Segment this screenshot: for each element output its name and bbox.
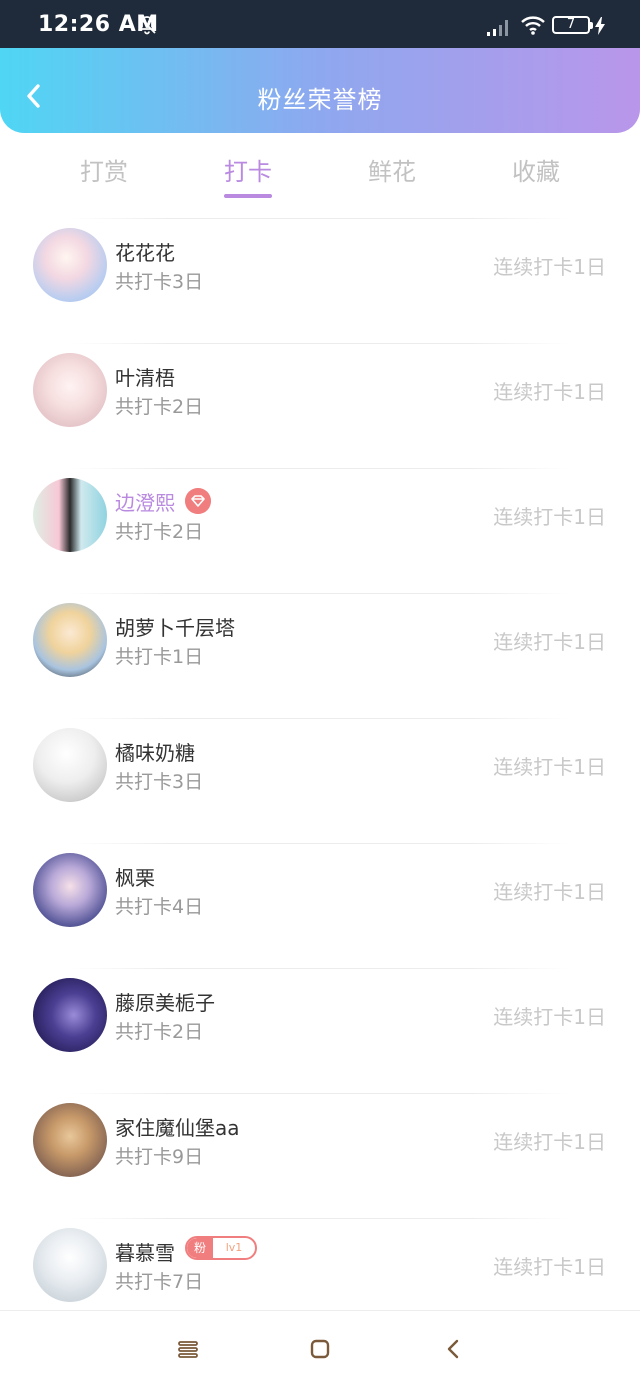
user-name[interactable]: 家住魔仙堡aa — [115, 1112, 240, 1141]
avatar[interactable] — [33, 853, 107, 927]
streak-days: 连续打卡1日 — [493, 1005, 606, 1029]
avatar[interactable] — [33, 478, 107, 552]
diamond-icon — [185, 488, 211, 514]
avatar[interactable] — [33, 728, 107, 802]
charging-icon — [595, 17, 605, 35]
divider — [70, 468, 570, 469]
list-item[interactable]: 胡萝卜千层塔 共打卡1日 连续打卡1日 — [0, 583, 640, 707]
divider — [70, 593, 570, 594]
bell-muted-icon — [138, 16, 156, 35]
back-icon[interactable] — [440, 1335, 468, 1363]
user-name[interactable]: 胡萝卜千层塔 — [115, 612, 235, 641]
tab-tips[interactable]: 打赏 — [54, 152, 154, 187]
streak-days: 连续打卡1日 — [493, 380, 606, 404]
total-checkins: 共打卡2日 — [115, 521, 204, 543]
divider — [70, 843, 570, 844]
total-checkins: 共打卡3日 — [115, 771, 204, 793]
battery-icon: 7 — [552, 16, 593, 34]
user-name[interactable]: 花花花 — [115, 237, 175, 266]
header-bar: 12:26 AM 7 粉丝荣誉榜 — [0, 0, 640, 133]
avatar[interactable] — [33, 1228, 107, 1302]
list-item[interactable]: 藤原美栀子 共打卡2日 连续打卡1日 — [0, 958, 640, 1082]
signal-icon — [487, 20, 508, 36]
status-bar: 12:26 AM 7 — [0, 0, 640, 48]
list-item[interactable]: 边澄熙 共打卡2日 连续打卡1日 — [0, 458, 640, 582]
list-item[interactable]: 橘味奶糖 共打卡3日 连续打卡1日 — [0, 708, 640, 832]
total-checkins: 共打卡9日 — [115, 1146, 204, 1168]
tab-checkin[interactable]: 打卡 — [198, 152, 298, 187]
streak-days: 连续打卡1日 — [493, 505, 606, 529]
system-nav-bar — [0, 1310, 640, 1387]
total-checkins: 共打卡3日 — [115, 271, 204, 293]
total-checkins: 共打卡2日 — [115, 1021, 204, 1043]
avatar[interactable] — [33, 603, 107, 677]
total-checkins: 共打卡4日 — [115, 896, 204, 918]
list-item[interactable]: 叶清梧 共打卡2日 连续打卡1日 — [0, 333, 640, 457]
streak-days: 连续打卡1日 — [493, 1255, 606, 1279]
avatar[interactable] — [33, 228, 107, 302]
fan-level-badge: 粉 lv1 — [185, 1236, 257, 1260]
page-title: 粉丝荣誉榜 — [257, 86, 383, 114]
avatar[interactable] — [33, 978, 107, 1052]
wifi-icon — [521, 16, 545, 35]
fan-badge-level: lv1 — [225, 1241, 243, 1254]
tab-flowers[interactable]: 鲜花 — [342, 152, 442, 187]
total-checkins: 共打卡1日 — [115, 646, 204, 668]
total-checkins: 共打卡2日 — [115, 396, 204, 418]
tab-favorites[interactable]: 收藏 — [486, 152, 586, 187]
streak-days: 连续打卡1日 — [493, 255, 606, 279]
list-item[interactable]: 枫栗 共打卡4日 连续打卡1日 — [0, 833, 640, 957]
streak-days: 连续打卡1日 — [493, 880, 606, 904]
divider — [70, 968, 570, 969]
user-name[interactable]: 边澄熙 — [115, 487, 175, 516]
user-name[interactable]: 枫栗 — [115, 862, 155, 891]
fan-badge-label: 粉 — [187, 1238, 213, 1258]
active-tab-indicator — [224, 194, 272, 198]
divider — [70, 343, 570, 344]
divider — [70, 218, 570, 219]
user-name[interactable]: 暮慕雪 — [115, 1237, 175, 1266]
streak-days: 连续打卡1日 — [493, 630, 606, 654]
user-name[interactable]: 叶清梧 — [115, 362, 175, 391]
divider — [70, 718, 570, 719]
list-item[interactable]: 花花花 共打卡3日 连续打卡1日 — [0, 208, 640, 332]
tab-bar: 打赏 打卡 鲜花 收藏 — [0, 148, 640, 204]
home-icon[interactable] — [306, 1335, 334, 1363]
divider — [70, 1218, 570, 1219]
avatar[interactable] — [33, 353, 107, 427]
user-name[interactable]: 藤原美栀子 — [115, 987, 215, 1016]
streak-days: 连续打卡1日 — [493, 755, 606, 779]
divider — [70, 1093, 570, 1094]
total-checkins: 共打卡7日 — [115, 1271, 204, 1293]
list-item[interactable]: 家住魔仙堡aa 共打卡9日 连续打卡1日 — [0, 1083, 640, 1207]
user-name[interactable]: 橘味奶糖 — [115, 737, 195, 766]
streak-days: 连续打卡1日 — [493, 1130, 606, 1154]
menu-icon[interactable] — [174, 1335, 202, 1363]
avatar[interactable] — [33, 1103, 107, 1177]
